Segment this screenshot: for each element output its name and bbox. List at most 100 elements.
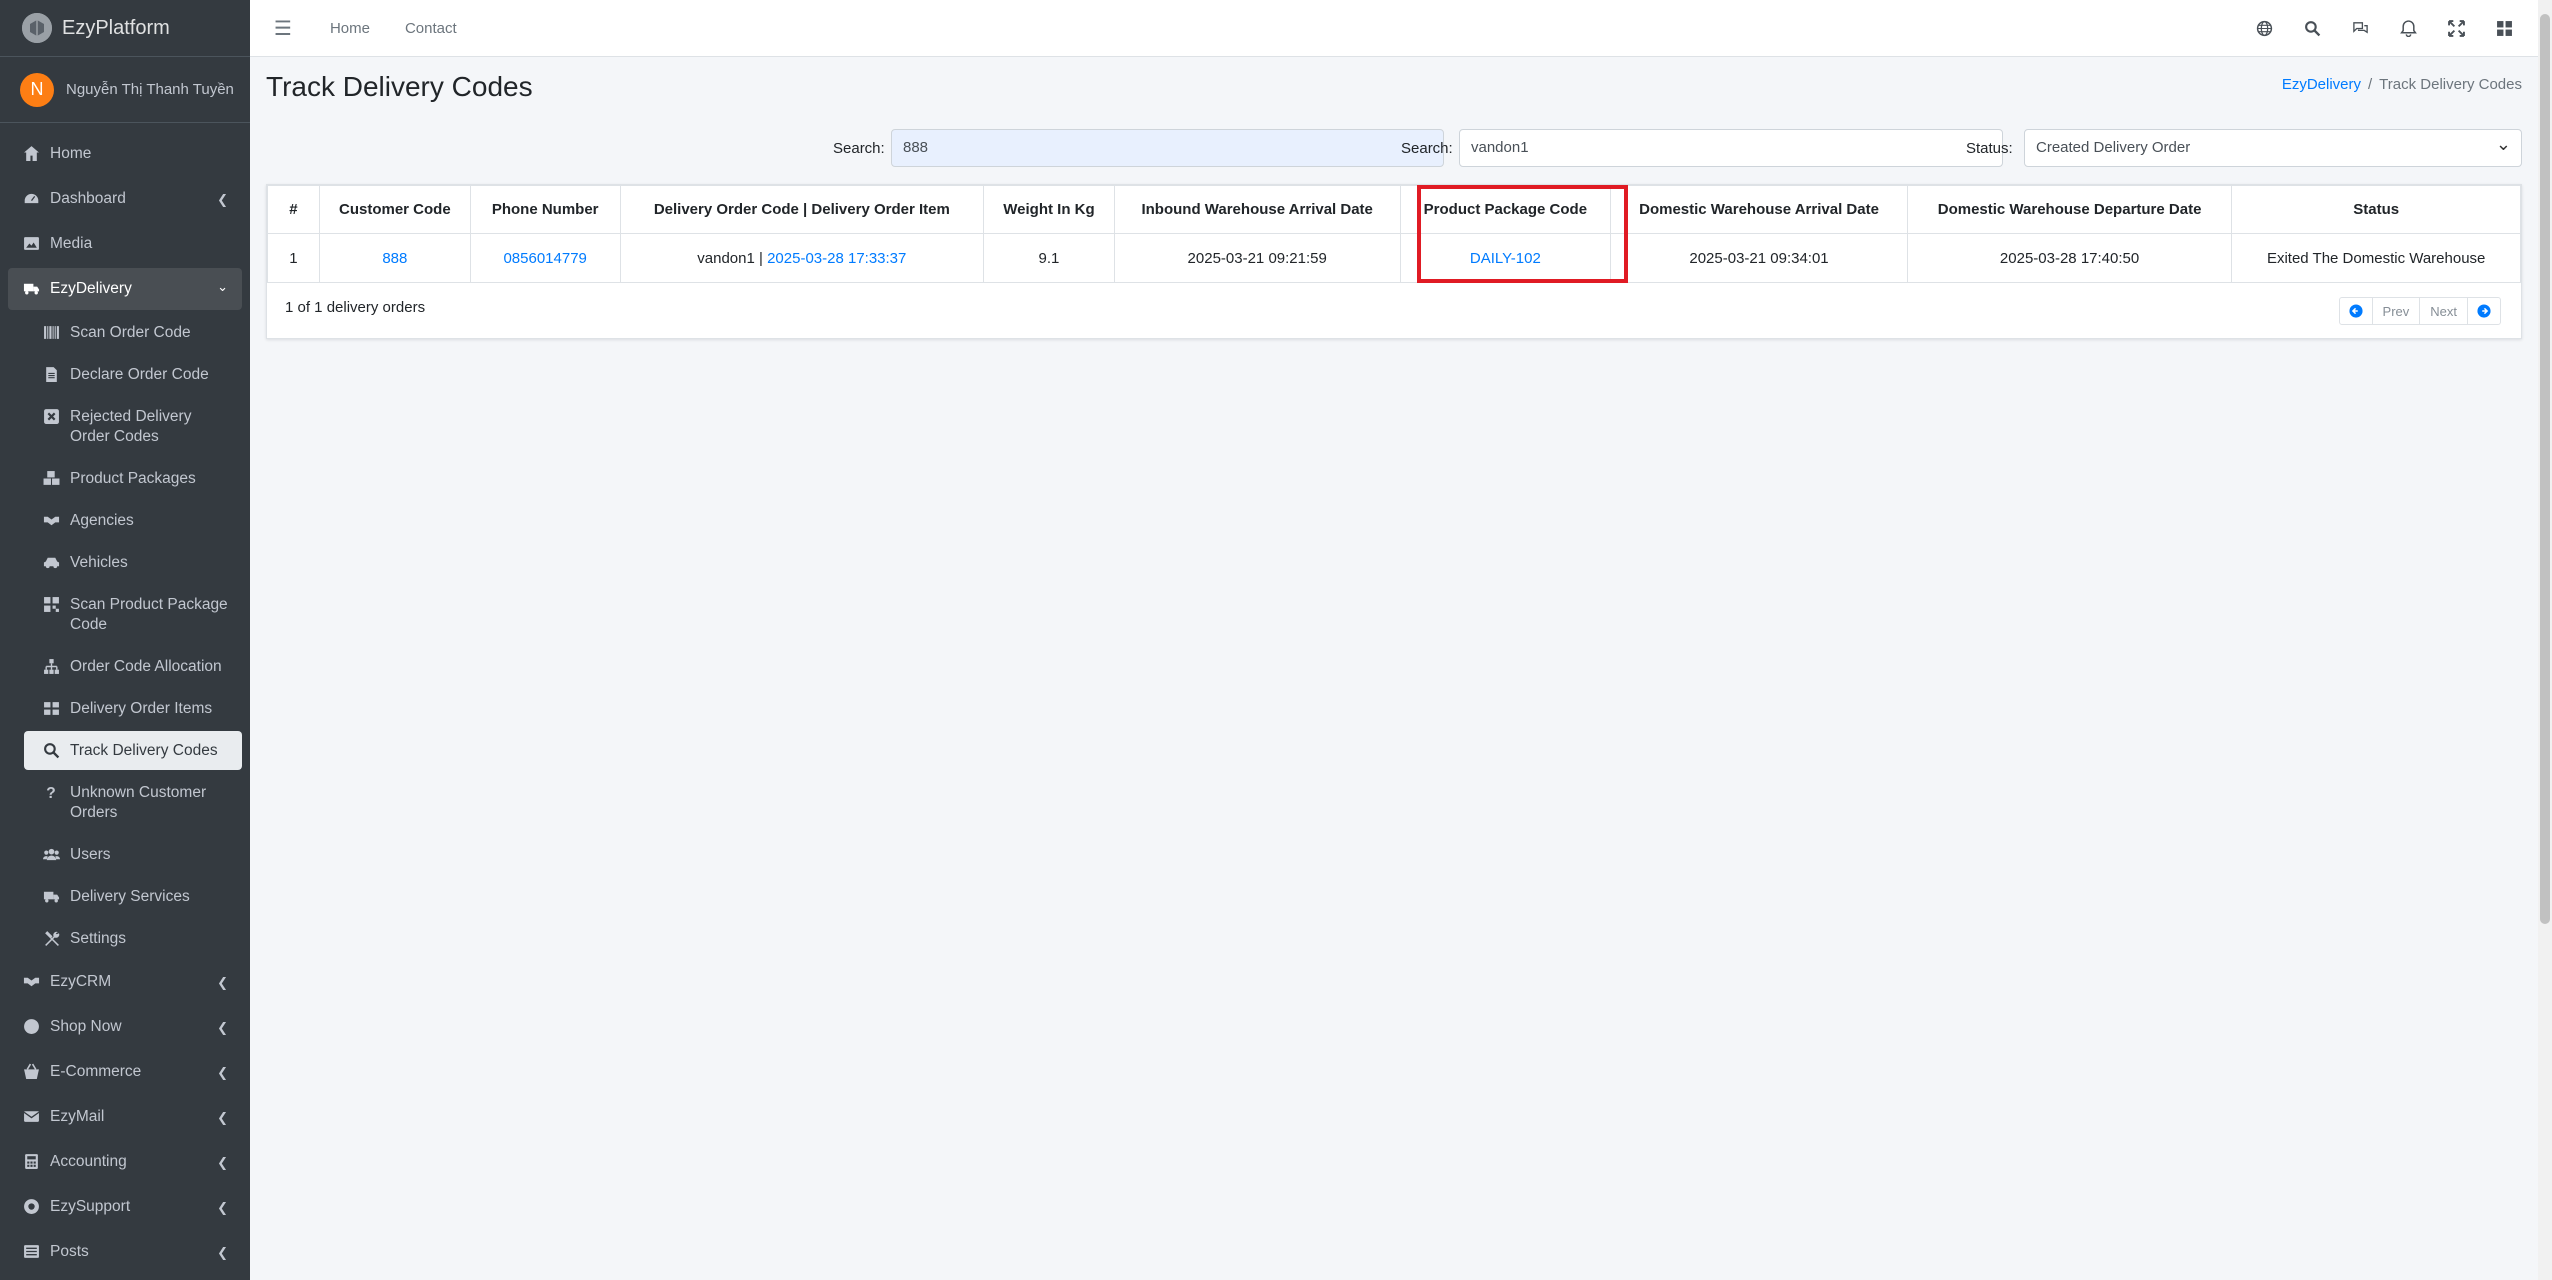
sidebar-item-e-commerce[interactable]: E-Commerce ❮ — [8, 1051, 242, 1093]
sidebar-item-delivery-order-items[interactable]: Delivery Order Items — [24, 689, 242, 728]
sidebar-item-label: Rejected Delivery Order Codes — [70, 408, 192, 445]
column-header[interactable]: Domestic Warehouse Departure Date — [1906, 185, 2233, 234]
inbound-date-cell: 2025-03-21 09:21:59 — [1113, 233, 1401, 283]
bell-icon[interactable] — [2384, 19, 2432, 37]
sidebar-item-scan-product-package-code[interactable]: Scan Product Package Code — [24, 585, 242, 644]
sidebar-item-ezysupport[interactable]: EzySupport ❮ — [8, 1186, 242, 1228]
handshake-icon — [20, 972, 42, 990]
sidebar-nav: Home Dashboard ❮ Media EzyDelivery ⌄ Sca… — [0, 123, 250, 1273]
sidebar-item-label: EzyCRM — [50, 973, 112, 990]
sidebar-item-track-delivery-codes[interactable]: Track Delivery Codes — [24, 731, 242, 770]
next-button[interactable]: Next — [2420, 298, 2468, 324]
customer-code-link[interactable]: 888 — [382, 250, 407, 267]
chevron-left-icon: ❮ — [217, 1245, 228, 1260]
table-icon — [40, 699, 62, 717]
search-order-input[interactable]: vandon1 — [1459, 129, 2003, 167]
order-item-link[interactable]: 2025-03-28 17:33:37 — [767, 250, 906, 267]
status-label: Status: — [1966, 140, 2013, 157]
globe-icon[interactable] — [2240, 20, 2288, 37]
chevron-left-icon: ❮ — [217, 1200, 228, 1215]
sidebar-item-accounting[interactable]: Accounting ❮ — [8, 1141, 242, 1183]
search-icon[interactable] — [2288, 20, 2336, 37]
sidebar-item-label: Agencies — [70, 512, 134, 529]
sidebar-item-ezycrm[interactable]: EzyCRM ❮ — [8, 961, 242, 1003]
sidebar-item-scan-order-code[interactable]: Scan Order Code — [24, 313, 242, 352]
sidebar-item-label: EzySupport — [50, 1198, 131, 1215]
user-panel[interactable]: N Nguyễn Thị Thanh Tuyền — [0, 57, 250, 123]
pagination: Prev Next — [2338, 297, 2501, 325]
hamburger-menu-icon[interactable]: ☰ — [274, 16, 292, 41]
column-header[interactable]: Weight In Kg — [983, 185, 1115, 234]
search-customer-input[interactable]: 888 — [891, 129, 1444, 167]
sidebar-item-label: Track Delivery Codes — [70, 742, 218, 759]
sidebar-item-label: Users — [70, 846, 111, 863]
calculator-icon — [20, 1152, 42, 1170]
breadcrumb-parent-link[interactable]: EzyDelivery — [2282, 76, 2361, 93]
sidebar-item-users[interactable]: Users — [24, 835, 242, 874]
lifering-icon — [20, 1197, 42, 1215]
status-select[interactable]: Created Delivery Order — [2024, 126, 2522, 167]
platform-logo-icon — [22, 13, 52, 43]
brand-link[interactable]: EzyPlatform — [0, 0, 250, 57]
sidebar-item-label: Media — [50, 235, 93, 252]
sidebar-item-unknown-customer-orders[interactable]: ? Unknown Customer Orders — [24, 773, 242, 832]
customer-code-cell: 888 — [318, 233, 471, 283]
nav-link-contact[interactable]: Contact — [405, 20, 457, 37]
chevron-left-icon: ❮ — [217, 975, 228, 990]
chevron-down-icon: ⌄ — [217, 279, 228, 294]
sidebar-item-delivery-services[interactable]: Delivery Services — [24, 877, 242, 916]
x-square-icon — [40, 407, 62, 425]
fullscreen-icon[interactable] — [2432, 19, 2480, 37]
chevron-left-icon: ❮ — [217, 1155, 228, 1170]
column-header[interactable]: # — [267, 185, 320, 234]
nav-link-home[interactable]: Home — [330, 20, 370, 37]
column-header[interactable]: Status — [2231, 185, 2521, 234]
apps-icon[interactable] — [2480, 20, 2528, 37]
sidebar-item-label: Shop Now — [50, 1018, 122, 1035]
sidebar-item-label: EzyDelivery — [50, 280, 132, 297]
sidebar-item-label: Unknown Customer Orders — [70, 784, 207, 821]
status-cell: Exited The Domestic Warehouse — [2231, 233, 2521, 283]
sidebar-item-ezydelivery[interactable]: EzyDelivery ⌄ — [8, 268, 242, 310]
truck-icon — [20, 279, 42, 297]
domestic-arrival-cell: 2025-03-21 09:34:01 — [1610, 233, 1908, 283]
column-header[interactable]: Product Package Code — [1399, 185, 1612, 234]
sidebar-item-product-packages[interactable]: Product Packages — [24, 459, 242, 498]
handshake-icon — [40, 511, 62, 529]
order-code-cell: vandon1 | 2025-03-28 17:33:37 — [619, 233, 985, 283]
next-arrow-icon[interactable] — [2468, 298, 2500, 324]
page-scrollbar[interactable] — [2538, 0, 2552, 1280]
package-code-link[interactable]: DAILY-102 — [1470, 250, 1541, 267]
sidebar-item-ezymail[interactable]: EzyMail ❮ — [8, 1096, 242, 1138]
sidebar-item-vehicles[interactable]: Vehicles — [24, 543, 242, 582]
column-header[interactable]: Phone Number — [469, 185, 621, 234]
main-content: Track Delivery Codes EzyDelivery / Track D… — [250, 57, 2552, 1280]
phone-number-link[interactable]: 0856014779 — [503, 250, 586, 267]
column-header[interactable]: Customer Code — [318, 185, 471, 234]
sidebar-item-posts[interactable]: Posts ❮ — [8, 1231, 242, 1273]
sidebar-item-media[interactable]: Media — [8, 223, 242, 265]
sidebar-item-label: Scan Product Package Code — [70, 596, 228, 633]
sidebar-item-home[interactable]: Home — [8, 133, 242, 175]
sidebar-item-shop-now[interactable]: Shop Now ❮ — [8, 1006, 242, 1048]
sidebar-item-declare-order-code[interactable]: Declare Order Code — [24, 355, 242, 394]
column-header[interactable]: Delivery Order Code | Delivery Order Ite… — [619, 185, 985, 234]
sidebar-item-dashboard[interactable]: Dashboard ❮ — [8, 178, 242, 220]
domestic-departure-cell: 2025-03-28 17:40:50 — [1906, 233, 2233, 283]
scrollbar-thumb[interactable] — [2540, 14, 2550, 924]
sidebar-item-order-code-allocation[interactable]: Order Code Allocation — [24, 647, 242, 686]
sidebar-item-agencies[interactable]: Agencies — [24, 501, 242, 540]
prev-arrow-icon[interactable] — [2340, 298, 2373, 324]
sidebar-item-settings[interactable]: Settings — [24, 919, 242, 958]
sidebar-item-rejected-delivery-order-codes[interactable]: Rejected Delivery Order Codes — [24, 397, 242, 456]
chat-icon[interactable] — [2336, 20, 2384, 37]
column-header[interactable]: Inbound Warehouse Arrival Date — [1113, 185, 1401, 234]
question-icon: ? — [46, 785, 56, 802]
tools-icon — [40, 929, 62, 947]
sidebar-item-label: Delivery Order Items — [70, 700, 213, 717]
prev-button[interactable]: Prev — [2373, 298, 2421, 324]
weight-cell: 9.1 — [983, 233, 1115, 283]
card-footer: 1 of 1 delivery orders Prev Next — [267, 283, 2521, 339]
column-header[interactable]: Domestic Warehouse Arrival Date — [1610, 185, 1908, 234]
breadcrumb: EzyDelivery / Track Delivery Codes — [2282, 76, 2522, 93]
